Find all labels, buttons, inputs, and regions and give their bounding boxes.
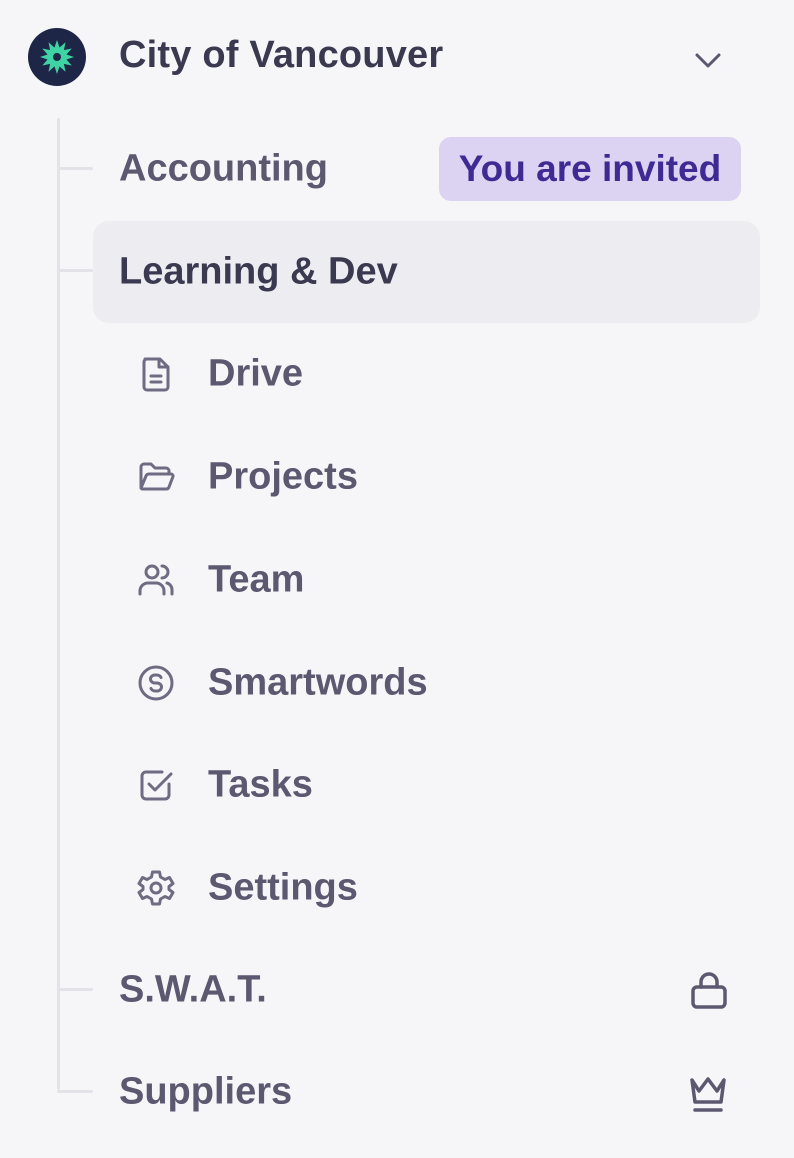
subnav-label: Settings [208,866,358,909]
team-label: Accounting [119,147,328,190]
team-label: Suppliers [119,1070,293,1113]
gear-icon [136,868,176,908]
team-label: S.W.A.T. [119,968,267,1011]
subnav-label: Tasks [208,763,313,806]
chevron-down-icon[interactable] [692,46,724,74]
tree-connector [57,118,60,1090]
subnav-item-smartwords[interactable]: Smartwords [118,632,758,734]
subnav-label: Drive [208,352,304,395]
subnav-item-tasks[interactable]: Tasks [118,734,758,836]
users-icon [136,560,176,600]
document-icon [136,354,176,394]
team-item-learning-dev[interactable]: Learning & Dev [93,221,760,323]
checkbox-icon [136,765,176,805]
subnav-label: Smartwords [208,661,428,704]
tree-branch [57,167,93,170]
subnav-item-team[interactable]: Team [118,529,758,631]
team-label: Learning & Dev [119,250,398,293]
organization-name: City of Vancouver [119,34,444,76]
organization-switcher[interactable]: City of Vancouver [0,0,794,112]
invite-badge[interactable]: You are invited [439,137,741,201]
subnav-item-drive[interactable]: Drive [118,323,758,425]
workspace-sidebar: City of Vancouver Accounting You are inv… [0,0,794,1158]
lock-icon [689,970,729,1010]
subnav-item-settings[interactable]: Settings [118,837,758,939]
sun-logo-icon [28,28,86,86]
crown-icon [688,1074,728,1114]
team-item-swat[interactable]: S.W.A.T. [93,939,760,1041]
tree-branch [57,269,93,272]
subnav-label: Projects [208,455,358,498]
subnav-label: Team [208,558,305,601]
smartwords-coin-icon [136,663,176,703]
subnav-item-projects[interactable]: Projects [118,426,758,528]
team-item-suppliers[interactable]: Suppliers [93,1041,760,1143]
folder-open-icon [136,457,176,497]
tree-branch [57,1090,93,1093]
tree-branch [57,988,93,991]
